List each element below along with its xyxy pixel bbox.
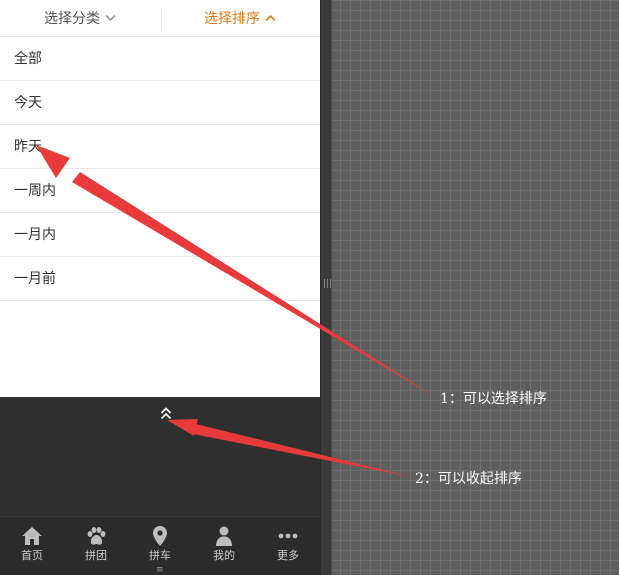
annotation-label-2: 2：可以收起排序 <box>415 471 522 487</box>
annotation-label-1: 1：可以选择排序 <box>440 391 547 407</box>
annotation-arrow-1 <box>36 145 437 398</box>
screen: 选择分类 选择排序 全部 今天 昨天 一周内 一月内 一月前 首页 拼团 拼车 … <box>0 0 619 575</box>
annotation-arrows <box>36 145 437 477</box>
annotation-arrow-2 <box>167 419 412 477</box>
